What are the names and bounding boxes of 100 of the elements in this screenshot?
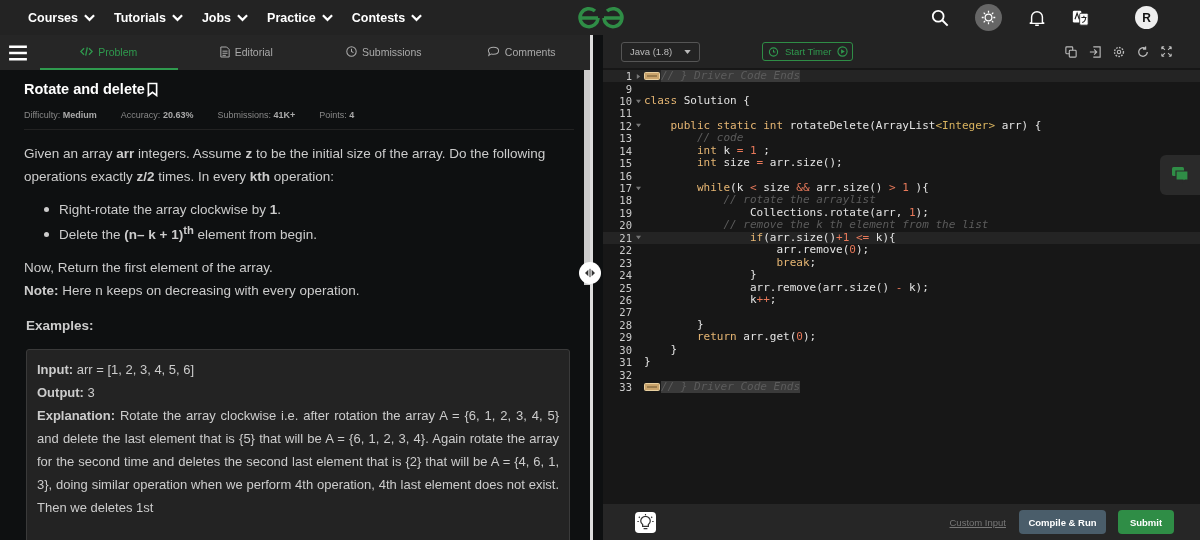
code-line: // code bbox=[695, 132, 744, 145]
line-number: 11 bbox=[618, 107, 632, 120]
folded-code-icon[interactable] bbox=[644, 383, 660, 392]
bullet-item: Delete the (n– k + 1)$^{th}$ element from begin. bbox=[59, 222, 317, 244]
section-heading: Examples: bbox=[26, 318, 95, 333]
code-line: } bbox=[695, 318, 704, 332]
document-icon bbox=[219, 45, 230, 58]
line-number: 19 bbox=[618, 206, 632, 220]
nav-menu[interactable]: Courses bbox=[28, 10, 96, 25]
code-line: arr.remove(arr.size() - k); bbox=[748, 281, 929, 294]
line-number: 31 bbox=[618, 356, 632, 369]
chevron-down-icon bbox=[84, 13, 96, 22]
code-line: public static int rotateDelete(ArrayList<Integer> arr) { bbox=[669, 119, 1042, 133]
line-number: 16 bbox=[618, 169, 632, 182]
code-line: Collections.rotate(arr, 1); bbox=[748, 206, 929, 220]
statement-line: Now, Return the first element of the array. bbox=[24, 259, 274, 277]
chevron-down-icon bbox=[411, 13, 423, 22]
fold-icon[interactable] bbox=[635, 123, 641, 129]
resize-handle[interactable] bbox=[579, 262, 601, 284]
code-line: if(arr.size()+1 <= k){ bbox=[748, 231, 896, 244]
logo-icon[interactable] bbox=[576, 6, 626, 30]
line-number: 22 bbox=[618, 244, 632, 257]
code-icon bbox=[80, 46, 94, 57]
line-number: 12 bbox=[618, 119, 632, 133]
chat-icon[interactable] bbox=[1160, 155, 1200, 195]
example-line: Explanation: Rotate the array clockwise i.e. after rotation the array A = {6, 1, 2, 3, 4, 5} and delete the last element that is {5} that will be A = {6, 1, 2, 3, 4}. Again rotate the array for the second time and deletes the second last element that is {2} that will be A = {4, 6, 1, 3}, doing similar operation when we perform 4th operation, 4th last element does not exist. Then we deletes 1st bbox=[37, 407, 559, 517]
line-number: 33 bbox=[618, 381, 632, 394]
folded-code-icon[interactable] bbox=[644, 72, 660, 81]
fold-icon[interactable] bbox=[635, 235, 641, 241]
user-avatar[interactable]: R bbox=[1135, 6, 1158, 29]
bookmark-icon[interactable] bbox=[146, 81, 158, 97]
nav-menu[interactable]: Jobs bbox=[201, 10, 249, 25]
code-line: // rotate the arraylist bbox=[722, 194, 876, 207]
line-number: 10 bbox=[618, 95, 632, 108]
meta-info: Submissions: 41K+ bbox=[217, 110, 296, 120]
chevron-down-icon bbox=[237, 13, 249, 22]
nav-menu[interactable]: Tutorials bbox=[114, 10, 183, 25]
fullscreen-icon[interactable] bbox=[1161, 45, 1172, 57]
fold-icon[interactable] bbox=[635, 73, 641, 79]
code-line: while(k < size && arr.size() > 1 ){ bbox=[695, 182, 929, 195]
line-number: 27 bbox=[618, 306, 632, 319]
line-number: 18 bbox=[618, 194, 632, 207]
import-icon[interactable] bbox=[1089, 45, 1101, 58]
line-number: 32 bbox=[618, 368, 632, 381]
tab[interactable]: Editorial bbox=[177, 35, 315, 70]
copy-icon[interactable] bbox=[1065, 45, 1077, 58]
meta-info: Points: 4 bbox=[319, 110, 355, 120]
clock-icon bbox=[346, 46, 357, 57]
code-line: return arr.get(0); bbox=[695, 331, 817, 344]
code-line: } bbox=[669, 343, 678, 356]
problem-statement: Given an array arr integers. Assume z to be the initial size of the array. Do the following operations exactly z/2 times. In every kth operation: bbox=[24, 145, 547, 186]
tab[interactable]: Submissions bbox=[315, 35, 453, 70]
example-line: Output: 3 bbox=[37, 384, 96, 402]
translate-icon[interactable] bbox=[1072, 9, 1089, 26]
comment-icon bbox=[486, 46, 500, 57]
code-line: int k = 1 ; bbox=[695, 144, 770, 157]
line-number: 28 bbox=[618, 318, 632, 332]
line-number: 21 bbox=[618, 231, 632, 244]
bell-icon[interactable] bbox=[1028, 8, 1046, 27]
fold-icon[interactable] bbox=[635, 98, 641, 104]
hint-bulb-icon[interactable] bbox=[635, 511, 656, 533]
meta-info: Accuracy: 20.63% bbox=[120, 110, 194, 120]
tab[interactable]: Problem bbox=[40, 35, 178, 70]
compile-run-button[interactable]: Compile & Run bbox=[1019, 510, 1106, 534]
theme-toggle-icon[interactable] bbox=[975, 4, 1002, 31]
line-number: 15 bbox=[618, 157, 632, 170]
play-icon bbox=[837, 46, 849, 57]
code-line: k++; bbox=[748, 294, 777, 307]
line-number: 29 bbox=[618, 331, 632, 344]
line-number: 13 bbox=[618, 132, 632, 145]
line-number: 14 bbox=[618, 144, 632, 157]
line-number: 9 bbox=[624, 82, 632, 95]
start-timer-button[interactable]: Start Timer bbox=[762, 42, 854, 61]
nav-menu[interactable]: Practice bbox=[267, 10, 333, 25]
line-number: 20 bbox=[618, 219, 632, 232]
submit-button[interactable]: Submit bbox=[1118, 510, 1174, 534]
code-line: class Solution { bbox=[644, 95, 750, 108]
statement-line: Note: Here n keeps on decreasing with every operation. bbox=[24, 282, 361, 300]
meta-info: Difficulty: Medium bbox=[24, 110, 97, 120]
search-icon[interactable] bbox=[931, 8, 949, 27]
menu-icon[interactable] bbox=[9, 44, 27, 61]
code-line: // remove the k th element from the list bbox=[722, 219, 989, 232]
chevron-down-icon bbox=[321, 13, 333, 22]
custom-input-link[interactable]: Custom Input bbox=[949, 516, 1006, 528]
code-line: } bbox=[748, 269, 757, 282]
line-number: 23 bbox=[618, 256, 632, 269]
nav-menu[interactable]: Contests bbox=[351, 10, 423, 25]
alarm-clock-icon bbox=[768, 46, 779, 57]
code-line: int size = arr.size(); bbox=[695, 157, 843, 170]
line-number: 30 bbox=[618, 343, 632, 356]
code-line: break; bbox=[775, 256, 817, 269]
language-dropdown[interactable]: Java (1.8) bbox=[621, 41, 700, 62]
reset-icon[interactable] bbox=[1137, 45, 1149, 58]
scrollbar[interactable] bbox=[584, 70, 590, 285]
settings-icon[interactable] bbox=[1113, 45, 1125, 58]
bullet-icon bbox=[44, 207, 49, 212]
tab[interactable]: Comments bbox=[452, 35, 590, 70]
bullet-item: Right-rotate the array clockwise by 1. bbox=[59, 201, 282, 219]
example-line: Input: arr = [1, 2, 3, 4, 5, 6] bbox=[37, 361, 196, 379]
fold-icon[interactable] bbox=[635, 185, 641, 191]
